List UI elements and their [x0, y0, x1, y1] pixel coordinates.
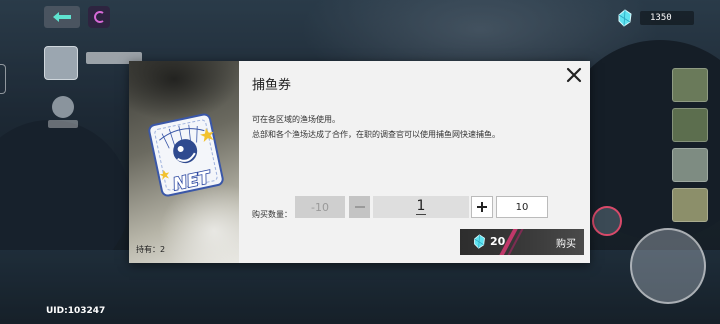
- quantity-value: 1: [415, 198, 427, 215]
- side-card-2[interactable]: [672, 108, 708, 142]
- purchase-dialog: NET 持有：2 捕鱼券 可在各区域的渔场使用。 总部和各个渔场达成了合作，在职…: [129, 61, 590, 263]
- quantity-label: 购买数量：: [252, 210, 292, 219]
- fishing-ticket-icon: NET: [148, 113, 224, 197]
- currency-amount: 1350: [640, 11, 694, 25]
- minus-ten-button[interactable]: -10: [295, 196, 345, 218]
- c-logo-icon: [94, 11, 104, 23]
- close-icon: [566, 67, 582, 83]
- item-description: 可在各区域的渔场使用。 总部和各个渔场达成了合作，在职的调查官可以使用捕鱼网快速…: [252, 112, 500, 142]
- buy-label: 购买: [556, 239, 576, 250]
- skill-button[interactable]: [592, 206, 622, 236]
- description-line-2: 总部和各个渔场达成了合作，在职的调查官可以使用捕鱼网快速捕鱼。: [252, 130, 500, 139]
- plus-icon: [477, 202, 487, 212]
- side-card-4[interactable]: [672, 188, 708, 222]
- action-joystick-button[interactable]: [630, 228, 706, 304]
- side-panel-toggle[interactable]: [0, 64, 6, 94]
- plus-ten-button[interactable]: 10: [496, 196, 548, 218]
- character-label-blur: [48, 120, 78, 128]
- price-value: 20: [490, 235, 506, 248]
- decrement-button[interactable]: [349, 196, 370, 218]
- crystal-gem-icon: [618, 9, 632, 27]
- back-arrow-icon: [53, 12, 71, 22]
- player-uid: UID:103247: [46, 306, 106, 316]
- menu-c-button[interactable]: [88, 6, 110, 28]
- currency-display: 1350: [616, 9, 694, 27]
- character-icon[interactable]: [52, 96, 74, 118]
- quantity-display[interactable]: 1: [373, 196, 469, 218]
- description-line-1: 可在各区域的渔场使用。: [252, 115, 340, 124]
- increment-button[interactable]: [471, 196, 493, 218]
- owned-count: 持有：2: [136, 245, 166, 254]
- close-button[interactable]: [565, 66, 583, 84]
- back-button[interactable]: [44, 6, 80, 28]
- npc-avatar[interactable]: [44, 46, 78, 80]
- side-card-3[interactable]: [672, 148, 708, 182]
- buy-button[interactable]: 20 购买: [460, 229, 584, 255]
- item-art-panel: NET 持有：2: [129, 61, 239, 263]
- minus-icon: [354, 206, 365, 208]
- item-title: 捕鱼券: [252, 78, 292, 93]
- crystal-gem-icon: [474, 234, 485, 249]
- side-card-1[interactable]: [672, 68, 708, 102]
